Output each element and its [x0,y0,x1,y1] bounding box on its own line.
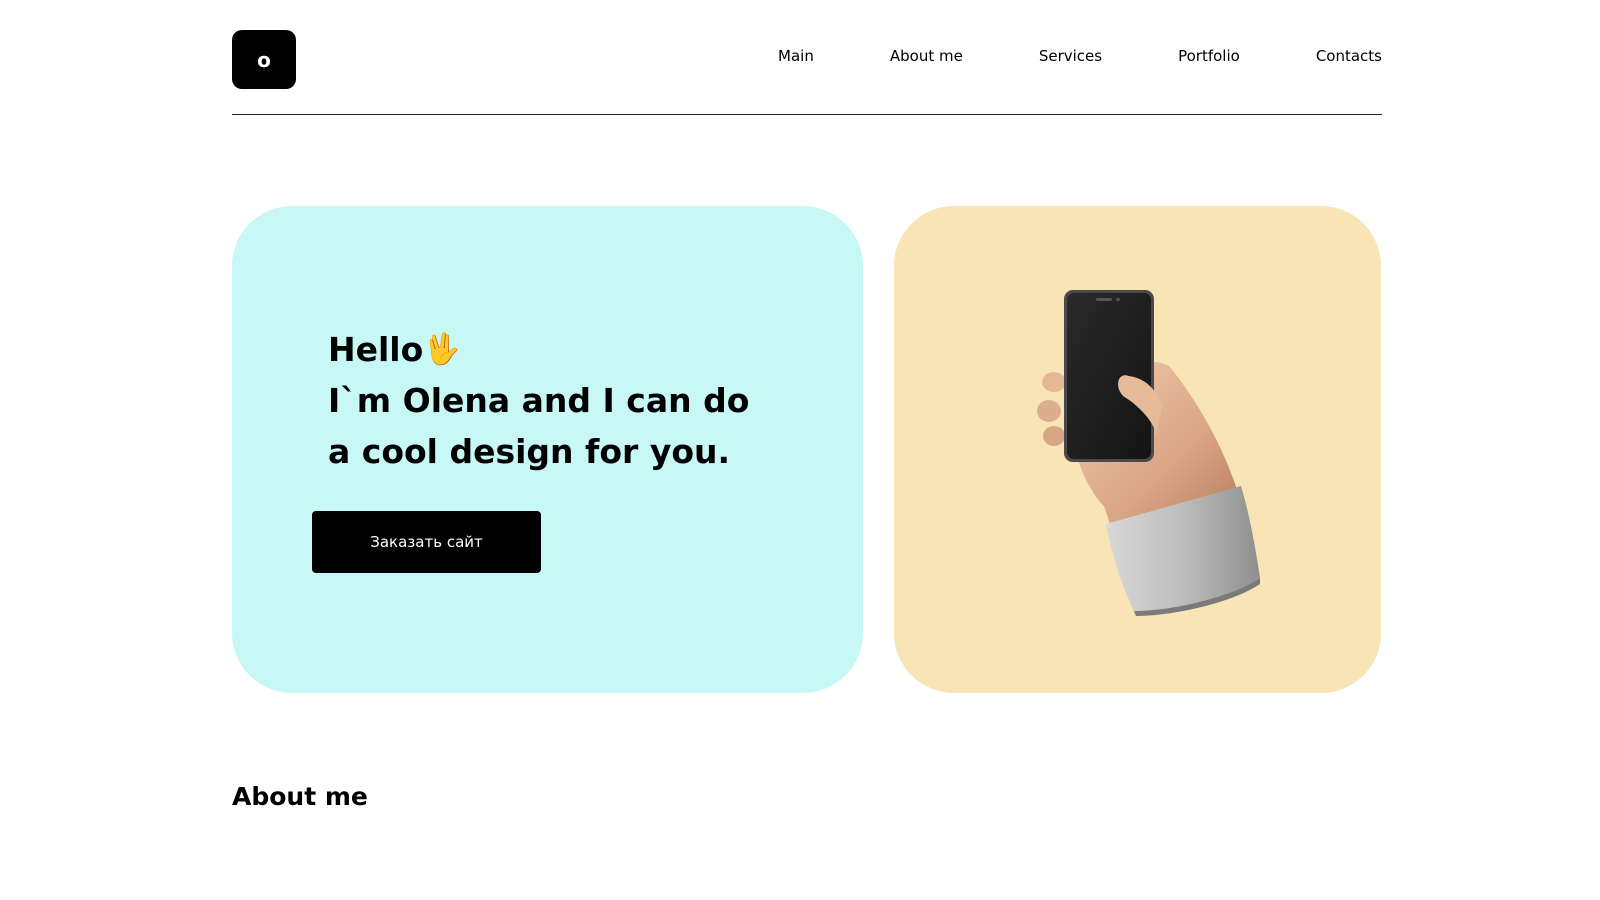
nav-link-services[interactable]: Services [1039,47,1102,65]
hand-holding-phone-icon [1037,290,1260,616]
hero-line-3: a cool design for you. [328,432,731,471]
header-divider [232,114,1382,115]
hero-heading: Hello🖖 I`m Olena and I can do a cool des… [328,324,749,477]
nav-link-main[interactable]: Main [778,47,814,65]
nav-link-about[interactable]: About me [890,47,963,65]
hero-line-2: I`m Olena and I can do [328,381,750,420]
hero-intro-card: Hello🖖 I`m Olena and I can do a cool des… [232,206,863,693]
about-section-title: About me [232,782,368,811]
main-nav: Main About me Services Portfolio Contact… [778,47,1382,65]
nav-link-portfolio[interactable]: Portfolio [1178,47,1240,65]
logo[interactable]: o [232,30,296,89]
hero-greeting-line: Hello🖖 [328,324,749,375]
page: o Main About me Services Portfolio Conta… [0,0,1600,900]
logo-letter: o [257,47,271,72]
nav-link-contacts[interactable]: Contacts [1316,47,1382,65]
vulcan-salute-icon: 🖖 [423,332,461,367]
order-site-button[interactable]: Заказать сайт [312,511,541,573]
hero-illustration-card [894,206,1381,693]
hero-greeting: Hello [328,330,424,369]
site-header: o Main About me Services Portfolio Conta… [232,30,1382,90]
